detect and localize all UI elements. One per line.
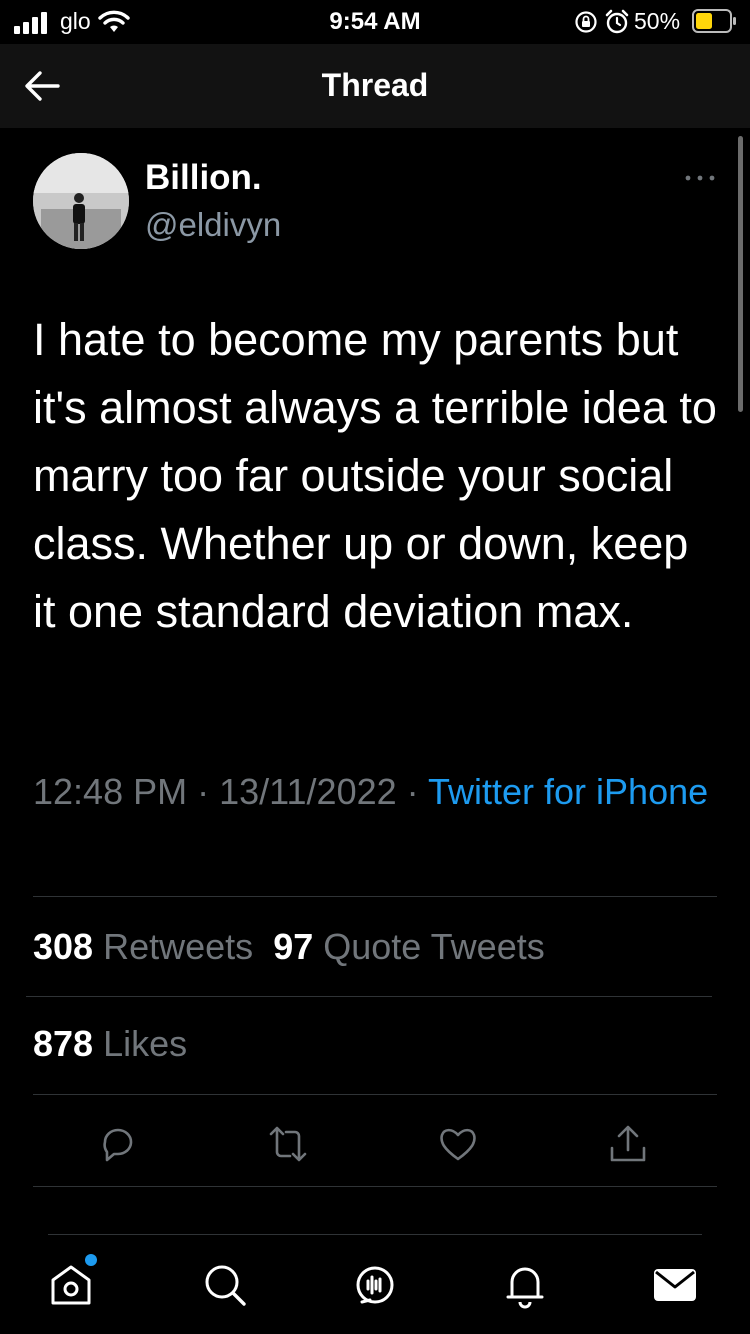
divider — [33, 896, 717, 897]
status-bar: glo 9:54 AM 50% — [0, 0, 750, 44]
retweets-label: Retweets — [103, 926, 254, 967]
likes-label: Likes — [103, 1023, 188, 1064]
share-icon[interactable] — [606, 1122, 650, 1166]
notifications-icon[interactable] — [498, 1258, 552, 1312]
author-name[interactable]: Billion. — [145, 158, 262, 198]
search-icon[interactable] — [198, 1258, 252, 1312]
quotes-label: Quote Tweets — [323, 926, 545, 967]
divider — [33, 1094, 717, 1095]
quotes-count: 97 — [273, 926, 314, 967]
scrollbar[interactable] — [738, 136, 743, 412]
retweet-stats: 308 Retweets 97 Quote Tweets — [33, 926, 545, 968]
home-icon[interactable] — [44, 1258, 98, 1312]
retweet-icon[interactable] — [266, 1122, 310, 1166]
meta-separator: · — [197, 771, 210, 812]
battery-icon — [692, 9, 736, 33]
divider — [26, 996, 712, 997]
divider — [33, 1186, 717, 1187]
retweets-count: 308 — [33, 926, 94, 967]
quote-tweets-stat[interactable]: 97 Quote Tweets — [273, 926, 545, 967]
tweet-text: I hate to become my parents but it's alm… — [33, 314, 717, 637]
meta-separator: · — [406, 771, 419, 812]
top-navigation-bar: Thread — [0, 44, 750, 128]
spaces-icon[interactable] — [348, 1258, 402, 1312]
tweet-metadata: 12:48 PM · 13/11/2022 · Twitter for iPho… — [33, 766, 733, 818]
tab-bar-divider — [48, 1234, 702, 1235]
tweet-source-link[interactable]: Twitter for iPhone — [428, 771, 708, 812]
orientation-lock-icon — [575, 11, 597, 33]
page-title: Thread — [321, 67, 429, 103]
battery-percent: 50% — [634, 8, 681, 34]
home-notification-dot — [85, 1254, 97, 1266]
likes-count: 878 — [33, 1023, 94, 1064]
tweet-time: 12:48 PM — [33, 771, 188, 812]
reply-icon[interactable] — [96, 1122, 140, 1166]
more-options-icon[interactable] — [683, 166, 717, 190]
avatar[interactable] — [33, 153, 129, 249]
author-handle[interactable]: @eldivyn — [145, 206, 281, 244]
likes-stat[interactable]: 878 Likes — [33, 1023, 187, 1065]
messages-icon[interactable] — [648, 1258, 702, 1312]
tweet-date: 13/11/2022 — [219, 771, 397, 812]
like-icon[interactable] — [436, 1122, 480, 1166]
alarm-icon — [605, 9, 629, 34]
retweets-stat[interactable]: 308 Retweets — [33, 926, 253, 967]
